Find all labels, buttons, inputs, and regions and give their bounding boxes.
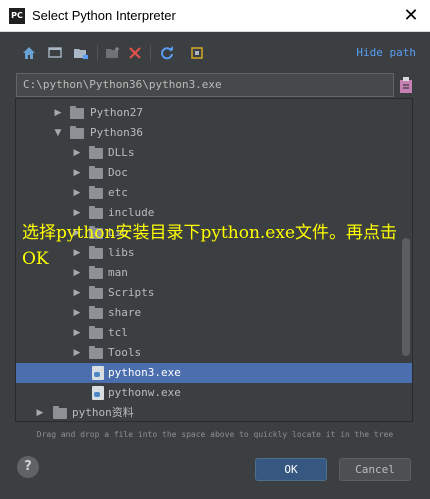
tree-row-share[interactable]: ▶ share xyxy=(16,303,412,323)
tree-row-scripts[interactable]: ▶ Scripts xyxy=(16,283,412,303)
folder-icon xyxy=(89,146,103,159)
tree-row-dlls[interactable]: ▶ DLLs xyxy=(16,143,412,163)
pycharm-app-icon: PC xyxy=(9,8,25,24)
tree-row-label: Python27 xyxy=(90,106,143,119)
folder-icon xyxy=(89,186,103,199)
folder-icon xyxy=(89,286,103,299)
project-icon[interactable] xyxy=(70,42,92,64)
expand-arrow-icon[interactable]: ▶ xyxy=(71,143,83,163)
expand-arrow-icon[interactable]: ▶ xyxy=(71,323,83,343)
tree-row-label: Scripts xyxy=(108,286,155,299)
path-input[interactable]: C:\python\Python36\python3.exe xyxy=(16,73,394,97)
title-bar: PC Select Python Interpreter ✕ xyxy=(0,0,430,32)
folder-icon xyxy=(70,106,84,119)
path-history-icon[interactable] xyxy=(398,75,414,95)
help-button[interactable]: ? xyxy=(17,456,39,478)
expand-arrow-icon[interactable]: ▶ xyxy=(34,403,46,421)
show-hidden-icon[interactable] xyxy=(186,42,208,64)
cancel-button[interactable]: Cancel xyxy=(339,458,411,481)
tree-row-python36[interactable]: ▼ Python36 xyxy=(16,123,412,143)
folder-icon xyxy=(89,306,103,319)
expand-arrow-icon[interactable]: ▶ xyxy=(71,283,83,303)
folder-icon xyxy=(53,406,67,419)
expand-arrow-icon[interactable]: ▶ xyxy=(52,103,64,123)
delete-icon[interactable] xyxy=(124,42,146,64)
tree-row-label: python资料 xyxy=(72,406,134,419)
tree-row-pythonw-exe[interactable]: pythonw.exe xyxy=(16,383,412,403)
new-folder-icon[interactable] xyxy=(102,42,124,64)
tree-row-label: Tools xyxy=(108,346,142,359)
python-file-icon xyxy=(92,366,104,380)
instruction-overlay: 选择python安装目录下python.exe文件。再点击OK xyxy=(22,223,398,269)
tree-row-python-materials[interactable]: ▶ python资料 xyxy=(16,403,412,421)
tree-row-label: etc xyxy=(108,186,128,199)
tree-row-label: DLLs xyxy=(108,146,135,159)
folder-icon xyxy=(89,206,103,219)
tree-row-label: share xyxy=(108,306,142,319)
tree-row-tools[interactable]: ▶ Tools xyxy=(16,343,412,363)
toolbar-separator xyxy=(97,45,98,61)
tree-row-label: Python36 xyxy=(90,126,143,139)
collapse-arrow-icon[interactable]: ▼ xyxy=(52,123,64,143)
tree-row-etc[interactable]: ▶ etc xyxy=(16,183,412,203)
expand-arrow-icon[interactable]: ▶ xyxy=(71,343,83,363)
close-button[interactable]: ✕ xyxy=(392,0,430,32)
tree-row-doc[interactable]: ▶ Doc xyxy=(16,163,412,183)
folder-icon xyxy=(89,346,103,359)
desktop-icon[interactable] xyxy=(44,42,66,64)
toolbar: Hide path xyxy=(16,42,416,64)
folder-icon xyxy=(89,326,103,339)
folder-icon xyxy=(89,166,103,179)
expand-arrow-icon[interactable]: ▶ xyxy=(71,183,83,203)
folder-icon xyxy=(70,126,84,139)
tree-row-python3-exe[interactable]: python3.exe xyxy=(16,363,412,383)
window-title: Select Python Interpreter xyxy=(32,8,176,23)
hide-path-link[interactable]: Hide path xyxy=(356,45,416,61)
expand-arrow-icon[interactable]: ▶ xyxy=(71,163,83,183)
tree-row-python27[interactable]: ▶ Python27 xyxy=(16,103,412,123)
tree-row-label: python3.exe xyxy=(108,366,181,379)
refresh-icon[interactable] xyxy=(156,42,178,64)
tree-row-label: tcl xyxy=(108,326,128,339)
home-icon[interactable] xyxy=(18,42,40,64)
tree-row-tcl[interactable]: ▶ tcl xyxy=(16,323,412,343)
toolbar-separator xyxy=(150,45,151,61)
tree-row-label: Doc xyxy=(108,166,128,179)
ok-button[interactable]: OK xyxy=(255,458,327,481)
python-file-icon xyxy=(92,386,104,400)
tree-row-label: pythonw.exe xyxy=(108,386,181,399)
expand-arrow-icon[interactable]: ▶ xyxy=(71,303,83,323)
drag-drop-hint: Drag and drop a file into the space abov… xyxy=(36,430,394,439)
